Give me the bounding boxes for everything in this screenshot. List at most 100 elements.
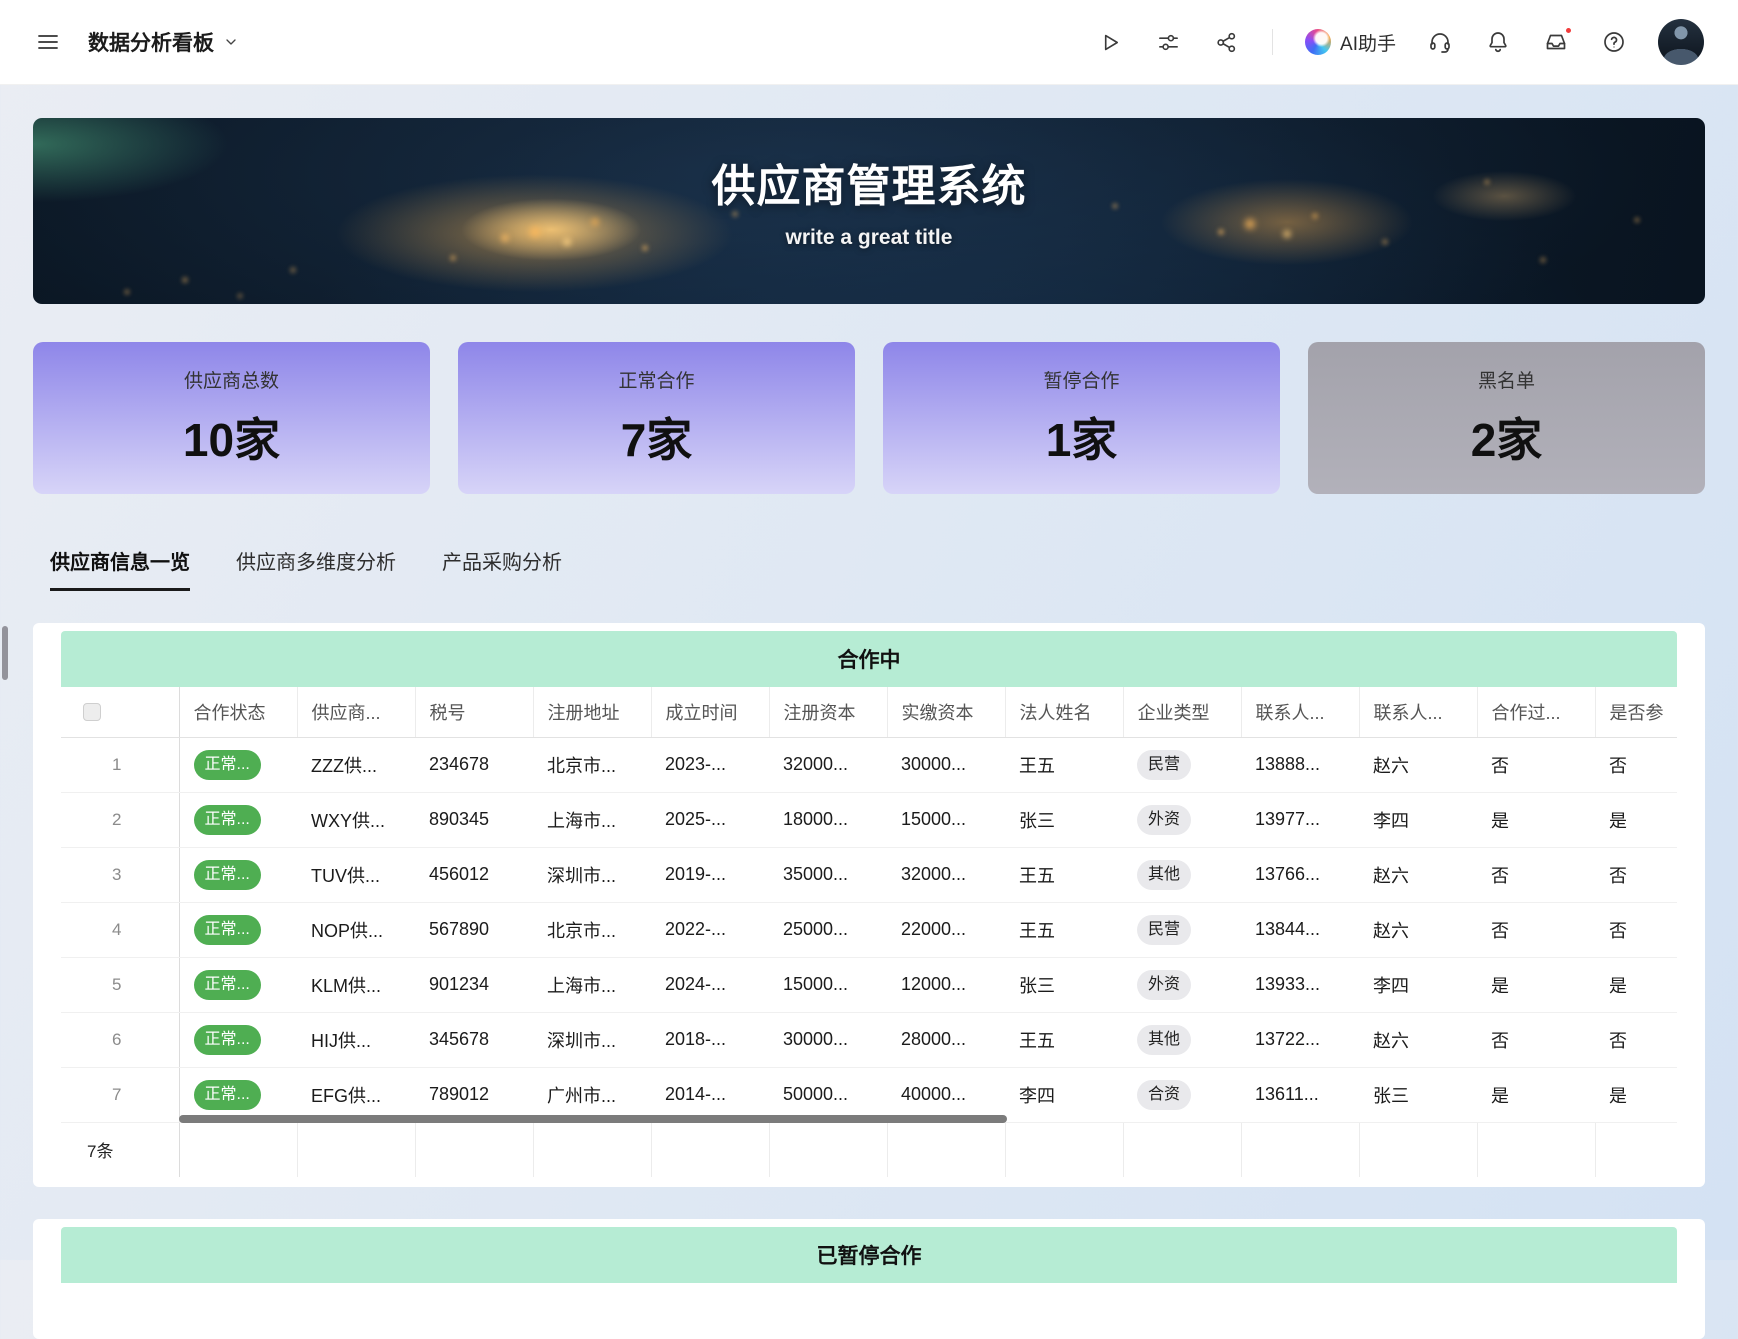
table-cell: HIJ供... — [297, 1012, 415, 1067]
column-header[interactable]: 合作过... — [1477, 687, 1595, 737]
stat-label: 正常合作 — [618, 366, 694, 393]
vertical-scrollbar[interactable] — [2, 626, 8, 680]
table-cell: 13766... — [1241, 847, 1359, 902]
column-header[interactable]: 合作状态 — [179, 687, 297, 737]
settings-sliders-icon[interactable] — [1154, 28, 1182, 56]
table-cell: 30000... — [769, 1012, 887, 1067]
company-type-badge: 外资 — [1137, 805, 1191, 835]
table-cell: 深圳市... — [533, 847, 651, 902]
company-type-badge: 其他 — [1137, 1025, 1191, 1055]
table-cell: 456012 — [415, 847, 533, 902]
tab-supplier-overview[interactable]: 供应商信息一览 — [50, 546, 190, 591]
table-cell: 张三 — [1005, 957, 1123, 1012]
run-icon[interactable] — [1096, 28, 1124, 56]
dashboard-title-dropdown[interactable]: 数据分析看板 — [88, 27, 240, 57]
tab-supplier-analysis[interactable]: 供应商多维度分析 — [236, 546, 396, 591]
table-cell: 是 — [1595, 792, 1677, 847]
table-cell: 22000... — [887, 902, 1005, 957]
row-index: 6 — [61, 1012, 179, 1067]
topbar: 数据分析看板 AI助手 — [0, 0, 1738, 85]
status-badge: 正常... — [194, 750, 261, 780]
table-cell: 李四 — [1005, 1067, 1123, 1122]
column-header[interactable]: 实缴资本 — [887, 687, 1005, 737]
column-header[interactable]: 供应商... — [297, 687, 415, 737]
table-cell: 567890 — [415, 902, 533, 957]
table-row[interactable]: 6正常...HIJ供...345678深圳市...2018-...30000..… — [61, 1012, 1677, 1067]
status-badge: 正常... — [194, 1080, 261, 1110]
column-header[interactable]: 注册资本 — [769, 687, 887, 737]
headset-icon[interactable] — [1426, 28, 1454, 56]
table-cell: 北京市... — [533, 902, 651, 957]
company-type-cell: 外资 — [1123, 957, 1241, 1012]
table-cell: 13722... — [1241, 1012, 1359, 1067]
table-cell: 32000... — [769, 737, 887, 792]
column-header[interactable]: 注册地址 — [533, 687, 651, 737]
column-header[interactable]: 是否参 — [1595, 687, 1677, 737]
menu-icon[interactable] — [34, 28, 62, 56]
table-cell: 否 — [1477, 1012, 1595, 1067]
table-cell: 是 — [1477, 1067, 1595, 1122]
column-header[interactable]: 联系人... — [1241, 687, 1359, 737]
table-cell: 王五 — [1005, 902, 1123, 957]
table-cell: 否 — [1477, 737, 1595, 792]
stat-card-total-suppliers: 供应商总数 10家 — [33, 342, 430, 494]
table-row[interactable]: 1正常...ZZZ供...234678北京市...2023-...32000..… — [61, 737, 1677, 792]
topbar-divider — [1272, 29, 1273, 55]
notification-dot — [1564, 26, 1573, 35]
table-header-row: 合作状态供应商...税号注册地址成立时间注册资本实缴资本法人姓名企业类型联系人.… — [61, 687, 1677, 737]
select-all-checkbox[interactable] — [83, 703, 101, 721]
avatar[interactable] — [1658, 19, 1704, 65]
status-badge: 正常... — [194, 915, 261, 945]
table-row[interactable]: 2正常...WXY供...890345上海市...2025-...18000..… — [61, 792, 1677, 847]
table-cell: 张三 — [1359, 1067, 1477, 1122]
share-icon[interactable] — [1212, 28, 1240, 56]
table-cell: 张三 — [1005, 792, 1123, 847]
stat-label: 黑名单 — [1478, 366, 1535, 393]
paused-section-header: 已暂停合作 — [61, 1227, 1677, 1283]
table-cell: 15000... — [769, 957, 887, 1012]
table-cell: 901234 — [415, 957, 533, 1012]
footer-cell — [533, 1122, 651, 1177]
stat-label: 供应商总数 — [184, 366, 279, 393]
table-row[interactable]: 4正常...NOP供...567890北京市...2022-...25000..… — [61, 902, 1677, 957]
row-index: 7 — [61, 1067, 179, 1122]
table-cell: 13977... — [1241, 792, 1359, 847]
footer-cell — [1477, 1122, 1595, 1177]
table-cell: 赵六 — [1359, 737, 1477, 792]
help-icon[interactable] — [1600, 28, 1628, 56]
table-cell: 否 — [1477, 847, 1595, 902]
column-header[interactable]: 联系人... — [1359, 687, 1477, 737]
table-cell: 是 — [1477, 792, 1595, 847]
table-row[interactable]: 5正常...KLM供...901234上海市...2024-...15000..… — [61, 957, 1677, 1012]
table-cell: 赵六 — [1359, 1012, 1477, 1067]
status-cell: 正常... — [179, 737, 297, 792]
status-cell: 正常... — [179, 847, 297, 902]
inbox-icon[interactable] — [1542, 28, 1570, 56]
stat-card-normal-cooperation: 正常合作 7家 — [458, 342, 855, 494]
status-cell: 正常... — [179, 792, 297, 847]
table-cell: 13844... — [1241, 902, 1359, 957]
table-cell: WXY供... — [297, 792, 415, 847]
stat-card-paused-cooperation: 暂停合作 1家 — [883, 342, 1280, 494]
horizontal-scrollbar[interactable] — [179, 1115, 1007, 1123]
cooperating-table-card: 合作中 合作状态供应商...税号注册地址成立时间注册资本实缴资本法人姓名企业类型… — [33, 623, 1705, 1187]
tab-procurement-analysis[interactable]: 产品采购分析 — [442, 546, 562, 591]
column-header[interactable]: 税号 — [415, 687, 533, 737]
row-index: 1 — [61, 737, 179, 792]
column-header[interactable]: 企业类型 — [1123, 687, 1241, 737]
paused-table-card: 已暂停合作 — [33, 1219, 1705, 1339]
table-cell: 2022-... — [651, 902, 769, 957]
table-cell: 13888... — [1241, 737, 1359, 792]
table-row[interactable]: 7正常...EFG供...789012广州市...2014-...50000..… — [61, 1067, 1677, 1122]
bell-icon[interactable] — [1484, 28, 1512, 56]
chevron-down-icon — [222, 33, 240, 51]
ai-assistant-button[interactable]: AI助手 — [1305, 29, 1396, 56]
company-type-cell: 合资 — [1123, 1067, 1241, 1122]
page-title: 数据分析看板 — [88, 27, 214, 57]
table-cell: 否 — [1477, 902, 1595, 957]
footer-cell — [297, 1122, 415, 1177]
column-header[interactable]: 成立时间 — [651, 687, 769, 737]
table-row[interactable]: 3正常...TUV供...456012深圳市...2019-...35000..… — [61, 847, 1677, 902]
company-type-badge: 民营 — [1137, 915, 1191, 945]
column-header[interactable]: 法人姓名 — [1005, 687, 1123, 737]
